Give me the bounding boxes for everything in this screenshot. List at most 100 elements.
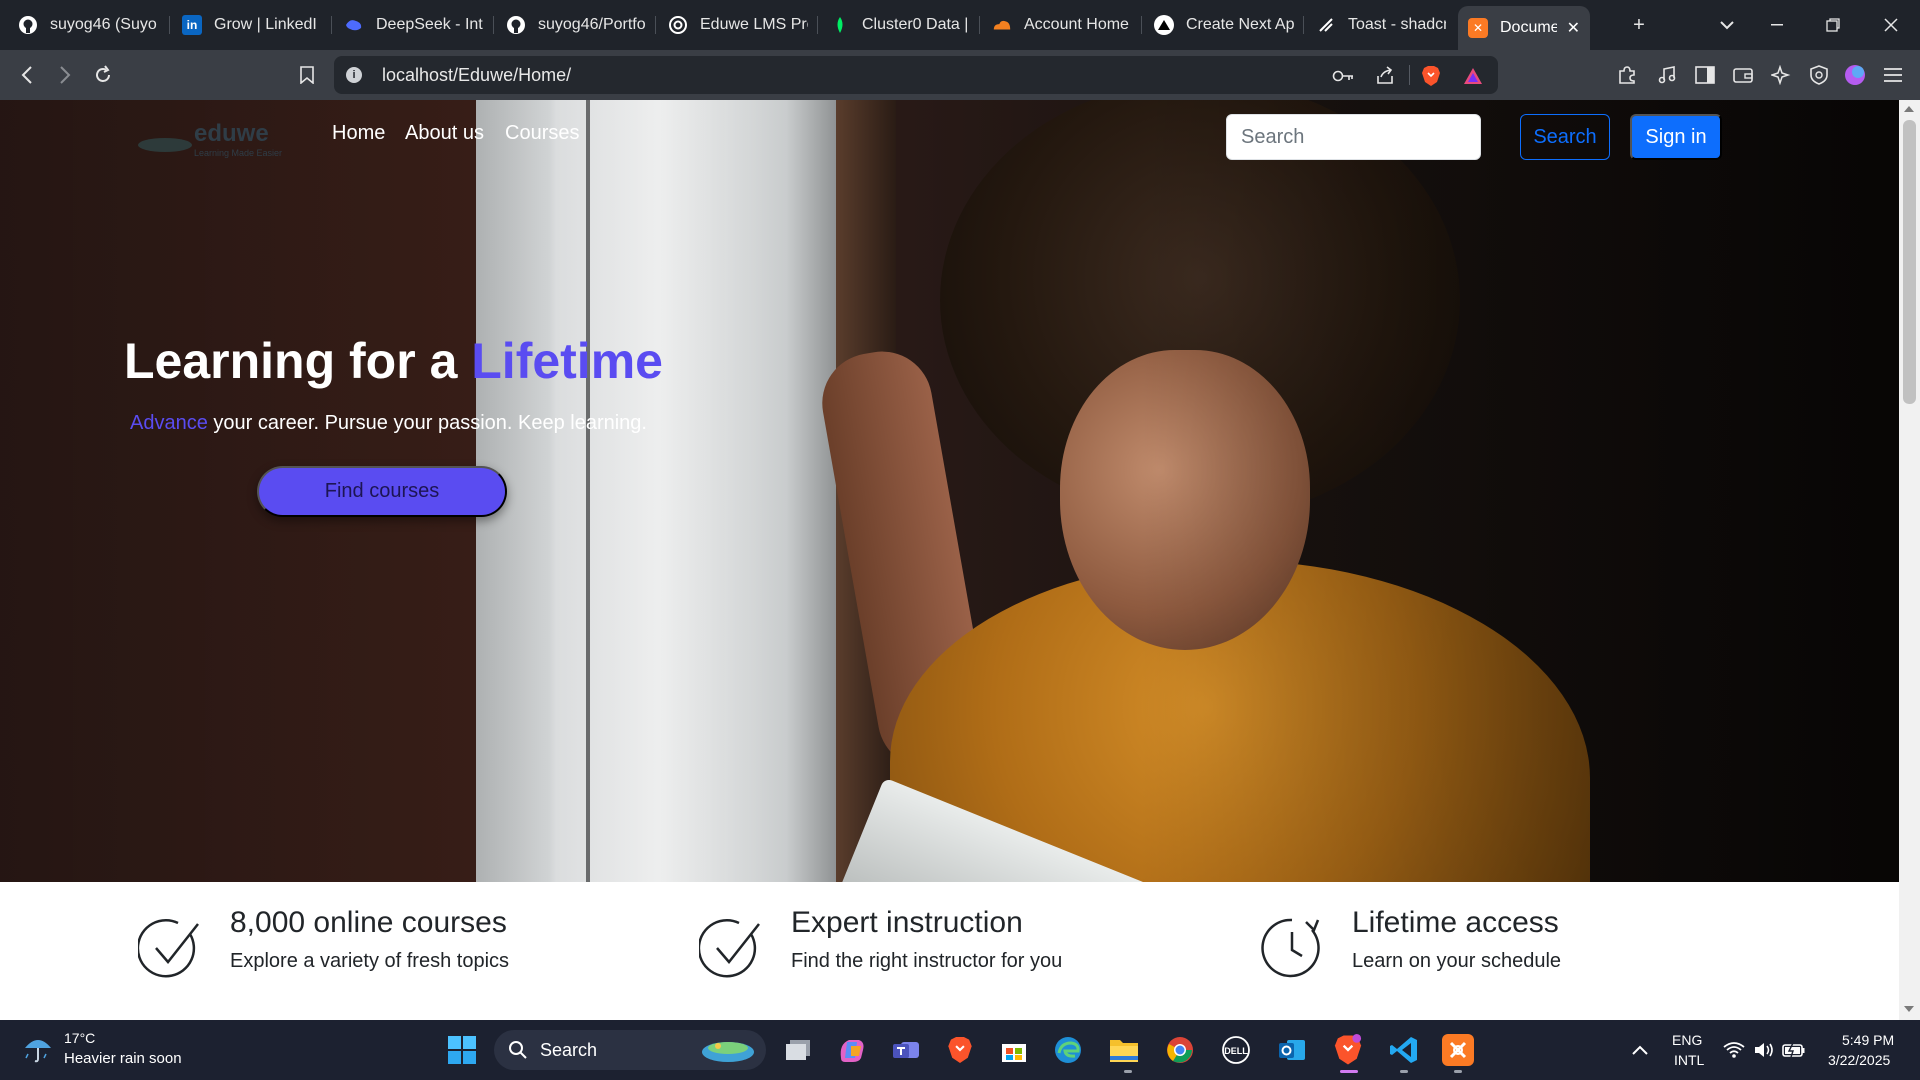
find-courses-button[interactable]: Find courses <box>257 466 507 517</box>
outlook-icon[interactable] <box>1276 1034 1308 1066</box>
clock-history-icon <box>1261 918 1320 978</box>
sidebar-toggle-icon[interactable] <box>1690 60 1720 90</box>
tab-label: DeepSeek - Int <box>376 16 483 33</box>
weather-temperature: 17°C <box>64 1030 96 1046</box>
tab-label: Cluster0 Data | <box>862 16 969 33</box>
xampp-icon[interactable] <box>1442 1034 1474 1066</box>
tab-shadcn-toast[interactable]: Toast - shadcn <box>1306 6 1456 44</box>
minimize-window-icon[interactable] <box>1762 10 1792 40</box>
menu-hamburger-icon[interactable] <box>1878 60 1908 90</box>
check-circle-icon <box>138 919 199 978</box>
key-icon[interactable] <box>1332 65 1354 87</box>
tab-github-portfolio[interactable]: suyog46/Portfo <box>496 6 656 44</box>
vercel-icon <box>1154 15 1174 35</box>
teams-icon[interactable] <box>890 1034 922 1066</box>
language-code[interactable]: ENG <box>1672 1032 1702 1048</box>
feature-online-courses: 8,000 online courses Explore a variety o… <box>138 906 638 1016</box>
battery-charging-icon[interactable] <box>1778 1034 1810 1066</box>
file-explorer-icon[interactable] <box>1108 1034 1140 1066</box>
keyboard-layout[interactable]: INTL <box>1674 1052 1704 1068</box>
tab-search-chevron-icon[interactable] <box>1712 10 1742 40</box>
chrome-icon[interactable] <box>1164 1034 1196 1066</box>
brave-shields-icon[interactable] <box>1420 65 1442 87</box>
clock-time[interactable]: 5:49 PM <box>1842 1032 1894 1048</box>
tab-deepseek[interactable]: DeepSeek - Int <box>334 6 494 44</box>
share-icon[interactable] <box>1374 65 1396 87</box>
close-window-icon[interactable] <box>1876 10 1906 40</box>
logo-tagline: Learning Made Easier <box>194 148 283 158</box>
feature-title: Expert instruction <box>791 906 1023 939</box>
wallet-icon[interactable] <box>1728 60 1758 90</box>
feature-title: Lifetime access <box>1352 906 1559 939</box>
task-view-icon[interactable] <box>782 1034 814 1066</box>
feature-description: Find the right instructor for you <box>791 950 1063 972</box>
tab-chatgpt[interactable]: Eduwe LMS Pro <box>658 6 818 44</box>
site-logo[interactable]: eduwe Learning Made Easier <box>138 120 298 160</box>
nav-link-about-us[interactable]: About us <box>405 122 484 145</box>
weather-description: Heavier rain soon <box>64 1050 182 1067</box>
profile-avatar-icon[interactable] <box>1840 60 1870 90</box>
hero-subtitle-rest: your career. Pursue your passion. Keep l… <box>207 412 647 434</box>
wifi-icon[interactable] <box>1718 1034 1750 1066</box>
site-info-icon[interactable]: i <box>346 67 362 83</box>
copilot-icon[interactable] <box>836 1034 868 1066</box>
tab-label: Create Next Ap <box>1186 16 1294 33</box>
nav-link-courses[interactable]: Courses <box>505 122 579 145</box>
media-music-icon[interactable] <box>1652 60 1682 90</box>
bookmark-icon[interactable] <box>292 60 322 90</box>
brave-browser-icon[interactable] <box>944 1034 976 1066</box>
tab-cloudflare[interactable]: Account Home <box>982 6 1142 44</box>
leo-ai-sparkle-icon[interactable] <box>1766 60 1796 90</box>
site-search-input[interactable] <box>1226 114 1481 160</box>
xampp-icon: ✕ <box>1468 18 1488 38</box>
volume-icon[interactable] <box>1748 1034 1780 1066</box>
close-tab-icon[interactable]: ✕ <box>1557 18 1580 38</box>
address-bar[interactable]: i localhost/Eduwe/Home/ <box>334 56 1498 94</box>
taskbar-search-box[interactable]: Search <box>494 1030 766 1070</box>
umbrella-rain-icon <box>25 1040 51 1063</box>
clock-date[interactable]: 3/22/2025 <box>1828 1052 1890 1068</box>
linkedin-icon: in <box>182 15 202 35</box>
scrollbar-thumb[interactable] <box>1903 120 1916 404</box>
brave-rewards-icon[interactable] <box>1462 65 1484 87</box>
sign-in-button[interactable]: Sign in <box>1630 114 1722 160</box>
nav-link-home[interactable]: Home <box>332 122 385 145</box>
cloudflare-icon <box>992 15 1012 35</box>
logo-mark-icon <box>138 138 192 152</box>
dell-icon[interactable]: DELL <box>1220 1034 1252 1066</box>
vscode-icon[interactable] <box>1388 1034 1420 1066</box>
tab-document-active[interactable]: ✕ Document ✕ <box>1458 6 1590 50</box>
page-scrollbar[interactable] <box>1899 100 1920 1020</box>
back-arrow-icon[interactable] <box>12 60 42 90</box>
page-viewport: eduwe Learning Made Easier Home About us… <box>0 100 1899 1020</box>
reload-icon[interactable] <box>88 60 118 90</box>
tab-linkedin[interactable]: in Grow | LinkedI <box>172 6 332 44</box>
windows-taskbar: 17°C Heavier rain soon Search DELL ENG I… <box>0 1020 1920 1080</box>
tab-github-profile[interactable]: suyog46 (Suyo <box>8 6 170 44</box>
microsoft-store-icon[interactable] <box>998 1034 1030 1066</box>
show-hidden-icons-chevron-icon[interactable] <box>1624 1034 1656 1066</box>
vpn-shield-icon[interactable] <box>1804 60 1834 90</box>
tab-mongodb[interactable]: Cluster0 Data | <box>820 6 980 44</box>
windows-start-icon[interactable] <box>446 1034 478 1066</box>
hero-subtitle: Advance your career. Pursue your passion… <box>130 412 647 435</box>
restore-window-icon[interactable] <box>1818 10 1848 40</box>
shadcn-icon <box>1316 15 1336 35</box>
feature-title: 8,000 online courses <box>230 906 507 939</box>
brave-browser-active-icon[interactable] <box>1332 1034 1364 1066</box>
feature-expert-instruction: Expert instruction Find the right instru… <box>699 906 1199 1016</box>
openai-icon <box>668 15 688 35</box>
weather-widget[interactable]: 17°C Heavier rain soon <box>22 1028 222 1072</box>
tab-label: Document <box>1500 19 1557 36</box>
extensions-puzzle-icon[interactable] <box>1612 60 1642 90</box>
scroll-up-arrow-icon[interactable] <box>1904 106 1914 112</box>
feature-lifetime-access: Lifetime access Learn on your schedule <box>1260 906 1760 1016</box>
new-tab-plus-icon[interactable]: + <box>1624 10 1654 40</box>
tab-label: Eduwe LMS Pro <box>700 16 808 33</box>
feature-description: Explore a variety of fresh topics <box>230 950 510 972</box>
search-button[interactable]: Search <box>1520 114 1610 160</box>
forward-arrow-icon[interactable] <box>50 60 80 90</box>
edge-browser-icon[interactable] <box>1052 1034 1084 1066</box>
scroll-down-arrow-icon[interactable] <box>1904 1006 1914 1012</box>
tab-nextjs[interactable]: Create Next Ap <box>1144 6 1304 44</box>
